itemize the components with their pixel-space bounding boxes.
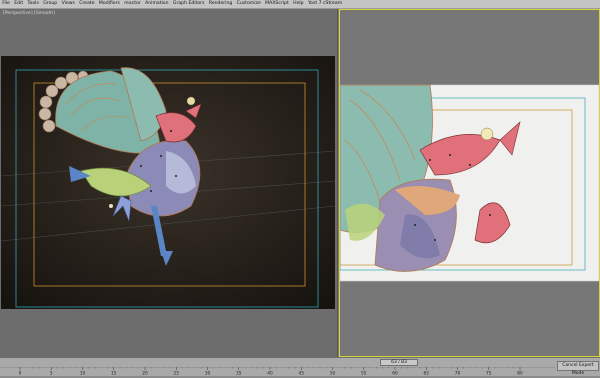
viewport-area: [Perspective] [Smooth] [0, 9, 600, 357]
viewport-label[interactable]: [Perspective] [Smooth] [3, 11, 55, 16]
timeline-tick-label: 25 [174, 371, 180, 376]
timeline-tick-label: 65 [424, 371, 430, 376]
menu-graph-editors[interactable]: Graph Editors [171, 0, 207, 8]
menu-help[interactable]: Help [291, 0, 306, 8]
timeline-tick-label: 45 [299, 371, 305, 376]
timeline-ruler[interactable]: 0 5 10 15 20 25 30 35 40 45 50 55 60 65 70 75 80 [0, 367, 555, 375]
timeline-tick-label: 0 [19, 371, 22, 376]
menu-views[interactable]: Views [59, 0, 77, 8]
render-view [1, 56, 335, 309]
timeline-tick-label: 35 [236, 371, 242, 376]
timeline-tick-label: 40 [267, 371, 273, 376]
timeline-tick-label: 60 [392, 371, 398, 376]
front-viewport[interactable]: [ ] [339, 9, 600, 357]
timeline-tick-label: 10 [80, 371, 86, 376]
menu-maxscript[interactable]: MAXScript [263, 0, 291, 8]
cancel-expert-mode-button[interactable]: Cancel Expert Mode [557, 361, 599, 376]
timeline-tick-label: 70 [455, 371, 461, 376]
timeline-tick-label: 20 [142, 371, 148, 376]
menu-file[interactable]: File [0, 0, 12, 8]
frame-display: 63 / 83 [391, 360, 407, 365]
time-slider[interactable]: 63 / 83 [380, 359, 418, 366]
menu-plugin[interactable]: Yost 7 cStream [306, 0, 345, 8]
menu-group[interactable]: Group [41, 0, 59, 8]
cancel-expert-mode-label: Cancel Expert Mode [562, 363, 594, 376]
menu-create[interactable]: Create [77, 0, 97, 8]
menu-modifiers[interactable]: Modifiers [97, 0, 122, 8]
timeline-tick-label: 80 [517, 371, 523, 376]
rooster-model-closeup [340, 10, 599, 356]
menu-edit[interactable]: Edit [12, 0, 25, 8]
timeline: 63 / 83 0 5 10 15 20 25 30 35 40 45 50 55 60 65 70 75 80… [0, 357, 600, 376]
timeline-tick-label: 30 [205, 371, 211, 376]
timeline-tick-label: 75 [486, 371, 492, 376]
menu-tools[interactable]: Tools [25, 0, 41, 8]
menu-reactor[interactable]: reactor [122, 0, 143, 8]
timeline-tick-label: 55 [361, 371, 367, 376]
menu-rendering[interactable]: Rendering [207, 0, 235, 8]
timeline-tick-label: 5 [50, 371, 53, 376]
menu-customize[interactable]: Customize [234, 0, 263, 8]
menu-bar: File Edit Tools Group Views Create Modif… [0, 0, 600, 9]
rooster-model-render [1, 56, 335, 309]
perspective-viewport[interactable]: [Perspective] [Smooth] [0, 9, 338, 357]
timeline-tick-label: 15 [111, 371, 117, 376]
timeline-tick-label: 50 [330, 371, 336, 376]
menu-animation[interactable]: Animation [143, 0, 171, 8]
